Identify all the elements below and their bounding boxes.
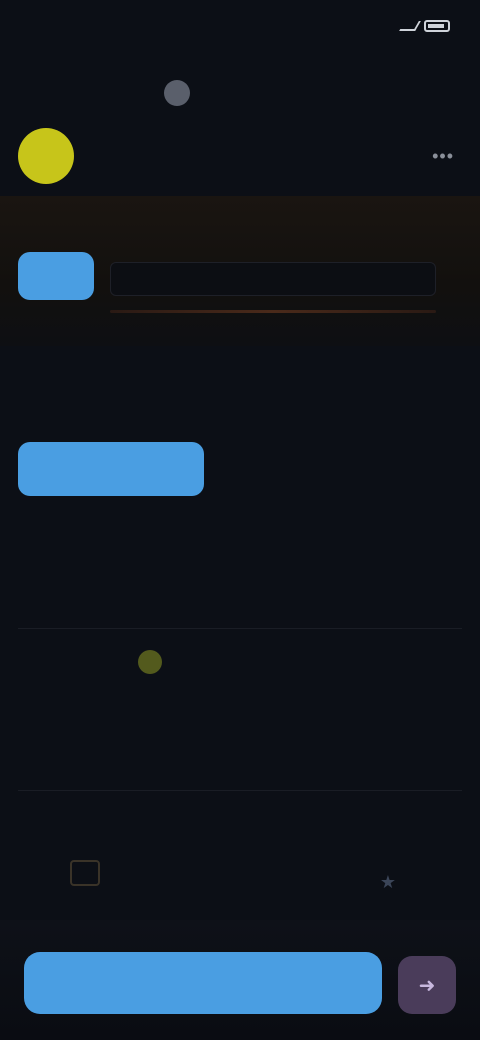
plan-accent-line [110,310,436,313]
star-icon[interactable]: ★ [380,872,396,893]
arrow-icon: ➜ [418,974,436,997]
battery-icon [424,20,450,32]
divider [18,790,462,791]
app-logo-icon [164,80,190,106]
signal-icon [399,21,421,31]
details-badge [138,650,162,674]
more-options-icon[interactable]: ••• [432,146,454,167]
status-bar [0,0,480,56]
divider [18,628,462,629]
main-action-button[interactable] [24,952,382,1014]
plan-chip-button[interactable] [18,252,94,300]
box-icon[interactable] [70,860,100,886]
side-action-button[interactable]: ➜ [398,956,456,1014]
primary-action-button[interactable] [18,442,204,496]
account-avatar[interactable] [18,128,74,184]
status-icons [399,20,450,32]
plan-options-strip[interactable] [110,262,436,296]
